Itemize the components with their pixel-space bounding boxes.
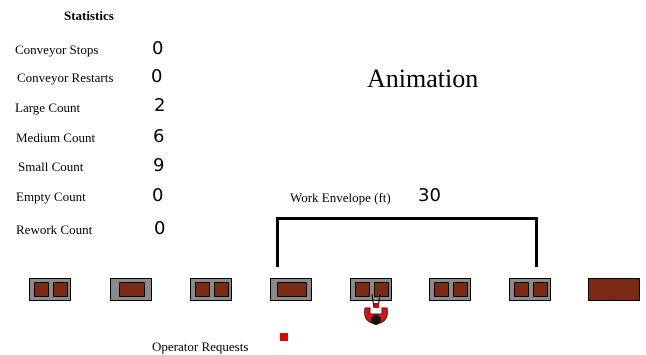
- conveyor-station: [429, 278, 471, 301]
- conveyor-station-full: [588, 278, 640, 301]
- operator-requests-label: Operator Requests: [152, 339, 249, 354]
- small-part: [53, 282, 68, 297]
- small-part: [34, 282, 49, 297]
- medium-count-value: 6: [153, 126, 165, 147]
- small-part: [434, 282, 449, 297]
- small-part: [514, 282, 529, 297]
- medium-count-label: Medium Count: [16, 130, 96, 145]
- conveyor-stops-label: Conveyor Stops: [15, 42, 99, 57]
- empty-count-value: 0: [152, 185, 164, 206]
- conveyor-station: [270, 278, 312, 301]
- robot-operator-icon: [364, 294, 388, 325]
- work-envelope-value: 30: [418, 185, 441, 206]
- conveyor-restarts-value: 0: [151, 66, 163, 87]
- conveyor-stops-value: 0: [152, 38, 164, 59]
- small-count-label: Small Count: [18, 159, 84, 174]
- work-envelope-bracket: [276, 217, 538, 267]
- large-part: [277, 282, 307, 297]
- rework-count-value: 0: [154, 218, 166, 239]
- large-count-label: Large Count: [15, 100, 81, 115]
- large-part: [119, 282, 145, 297]
- conveyor-station: [110, 278, 152, 301]
- small-part: [195, 282, 210, 297]
- rework-count-label: Rework Count: [16, 222, 93, 237]
- small-count-value: 9: [153, 155, 165, 176]
- small-part: [214, 282, 229, 297]
- conveyor-station: [29, 278, 71, 301]
- small-part: [453, 282, 468, 297]
- large-count-value: 2: [154, 95, 166, 116]
- work-envelope-label: Work Envelope (ft): [290, 190, 391, 205]
- empty-count-label: Empty Count: [16, 189, 86, 204]
- small-part: [533, 282, 548, 297]
- conveyor-station: [190, 278, 232, 301]
- statistics-title: Statistics: [64, 8, 114, 23]
- conveyor-restarts-label: Conveyor Restarts: [17, 70, 114, 85]
- conveyor-station: [509, 278, 551, 301]
- animation-title: Animation: [367, 64, 479, 93]
- operator-request-marker: [280, 333, 288, 341]
